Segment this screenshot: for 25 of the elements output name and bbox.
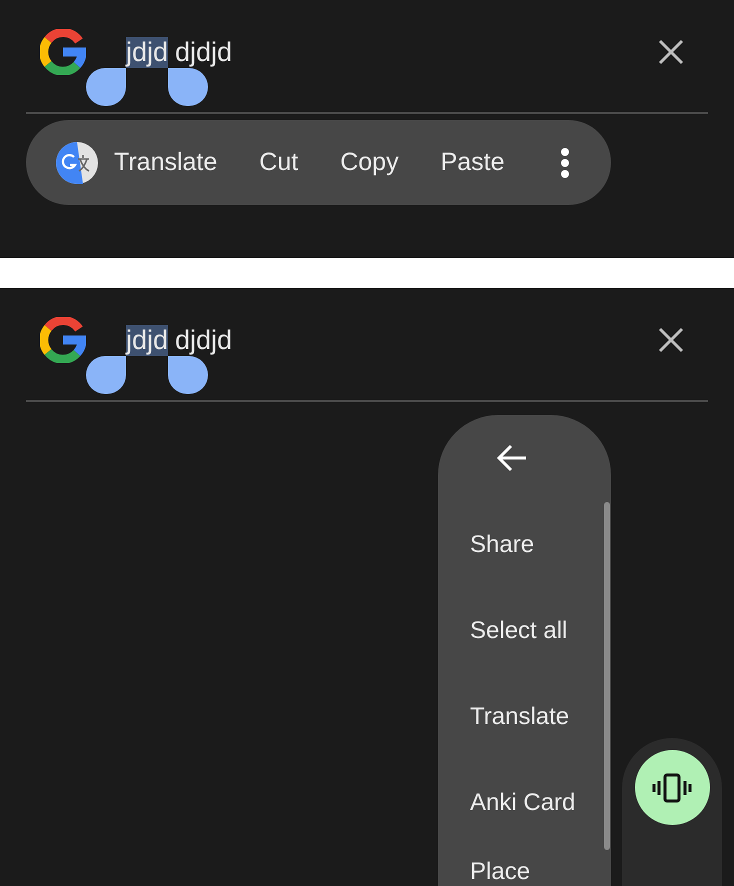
close-icon[interactable]	[658, 327, 684, 353]
menu-item[interactable]: Translate	[470, 674, 611, 760]
selection-handle[interactable]	[168, 356, 208, 394]
toolbar-button[interactable]: Cut	[238, 140, 320, 185]
toolbar-button[interactable]: Paste	[420, 140, 526, 185]
query-text: djdjd	[175, 324, 232, 356]
translate-icon	[56, 142, 98, 184]
menu-item[interactable]: Select all	[470, 588, 611, 674]
back-arrow-icon[interactable]	[496, 443, 528, 473]
selection-handle[interactable]	[168, 68, 208, 106]
menu-item[interactable]: Anki Card	[470, 760, 611, 846]
menu-item[interactable]: Place	[470, 846, 611, 886]
query-text: djdjd	[175, 36, 232, 68]
vibrate-button[interactable]	[634, 750, 710, 825]
close-icon[interactable]	[658, 39, 684, 65]
selection-handle[interactable]	[86, 356, 126, 394]
more-icon	[560, 148, 570, 178]
google-logo-icon	[40, 29, 86, 75]
translate-button[interactable]: Translate	[56, 134, 238, 192]
google-logo-icon	[40, 317, 86, 363]
vibrate-icon	[652, 772, 692, 802]
scrollbar[interactable]	[604, 502, 610, 850]
menu-item[interactable]: Share	[470, 502, 611, 588]
toolbar-button[interactable]: Copy	[319, 140, 420, 185]
selection-handle[interactable]	[86, 68, 126, 106]
